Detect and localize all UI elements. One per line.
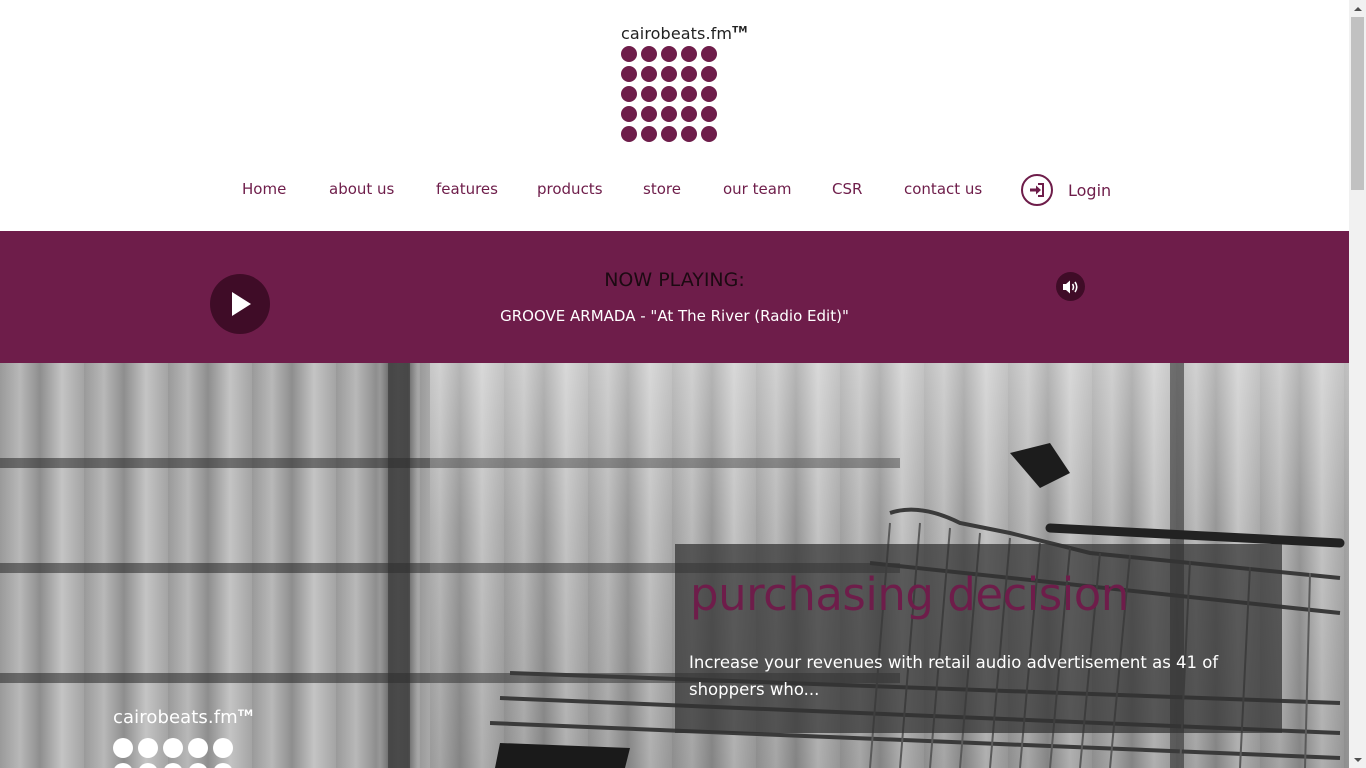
hero-caption: purchasing decision Increase your revenu…	[675, 544, 1282, 733]
page: cairobeats.fmTM Home about us features p…	[0, 0, 1349, 768]
main-nav: Home about us features products store ou…	[0, 180, 1349, 204]
hero-post	[388, 363, 410, 768]
site-header: cairobeats.fmTM Home about us features p…	[0, 0, 1349, 231]
hero-logo: cairobeats.fmTM	[113, 707, 253, 768]
brand-logo-dots	[621, 46, 741, 142]
brand-logo-text: cairobeats.fmTM	[621, 24, 748, 43]
nav-item-home[interactable]: Home	[242, 180, 286, 198]
login-link[interactable]: Login	[1068, 181, 1111, 200]
hero-heading: purchasing decision	[690, 568, 1129, 621]
nav-item-products[interactable]: products	[537, 180, 603, 198]
nav-item-about-us[interactable]: about us	[329, 180, 394, 198]
nav-item-our-team[interactable]: our team	[723, 180, 792, 198]
hero-body-text: Increase your revenues with retail audio…	[689, 653, 1219, 699]
vertical-scrollbar[interactable]	[1349, 0, 1366, 768]
volume-icon	[1062, 280, 1078, 293]
nav-item-csr[interactable]: CSR	[832, 180, 862, 198]
track-title: GROOVE ARMADA - "At The River (Radio Edi…	[500, 307, 849, 325]
brand-logo[interactable]: cairobeats.fmTM	[621, 24, 748, 142]
nav-item-features[interactable]: features	[436, 180, 498, 198]
volume-button[interactable]	[1056, 272, 1085, 301]
scroll-down-icon[interactable]	[1349, 751, 1366, 768]
radio-player: NOW PLAYING: GROOVE ARMADA - "At The Riv…	[0, 231, 1349, 363]
now-playing-label: NOW PLAYING:	[604, 269, 745, 291]
scrollbar-thumb[interactable]	[1351, 17, 1364, 190]
scroll-up-icon[interactable]	[1349, 0, 1366, 17]
nav-item-store[interactable]: store	[643, 180, 681, 198]
sign-in-icon[interactable]	[1021, 174, 1053, 206]
hero-banner: cairobeats.fmTM purchasing decision Incr…	[0, 363, 1349, 768]
nav-item-contact-us[interactable]: contact us	[904, 180, 982, 198]
